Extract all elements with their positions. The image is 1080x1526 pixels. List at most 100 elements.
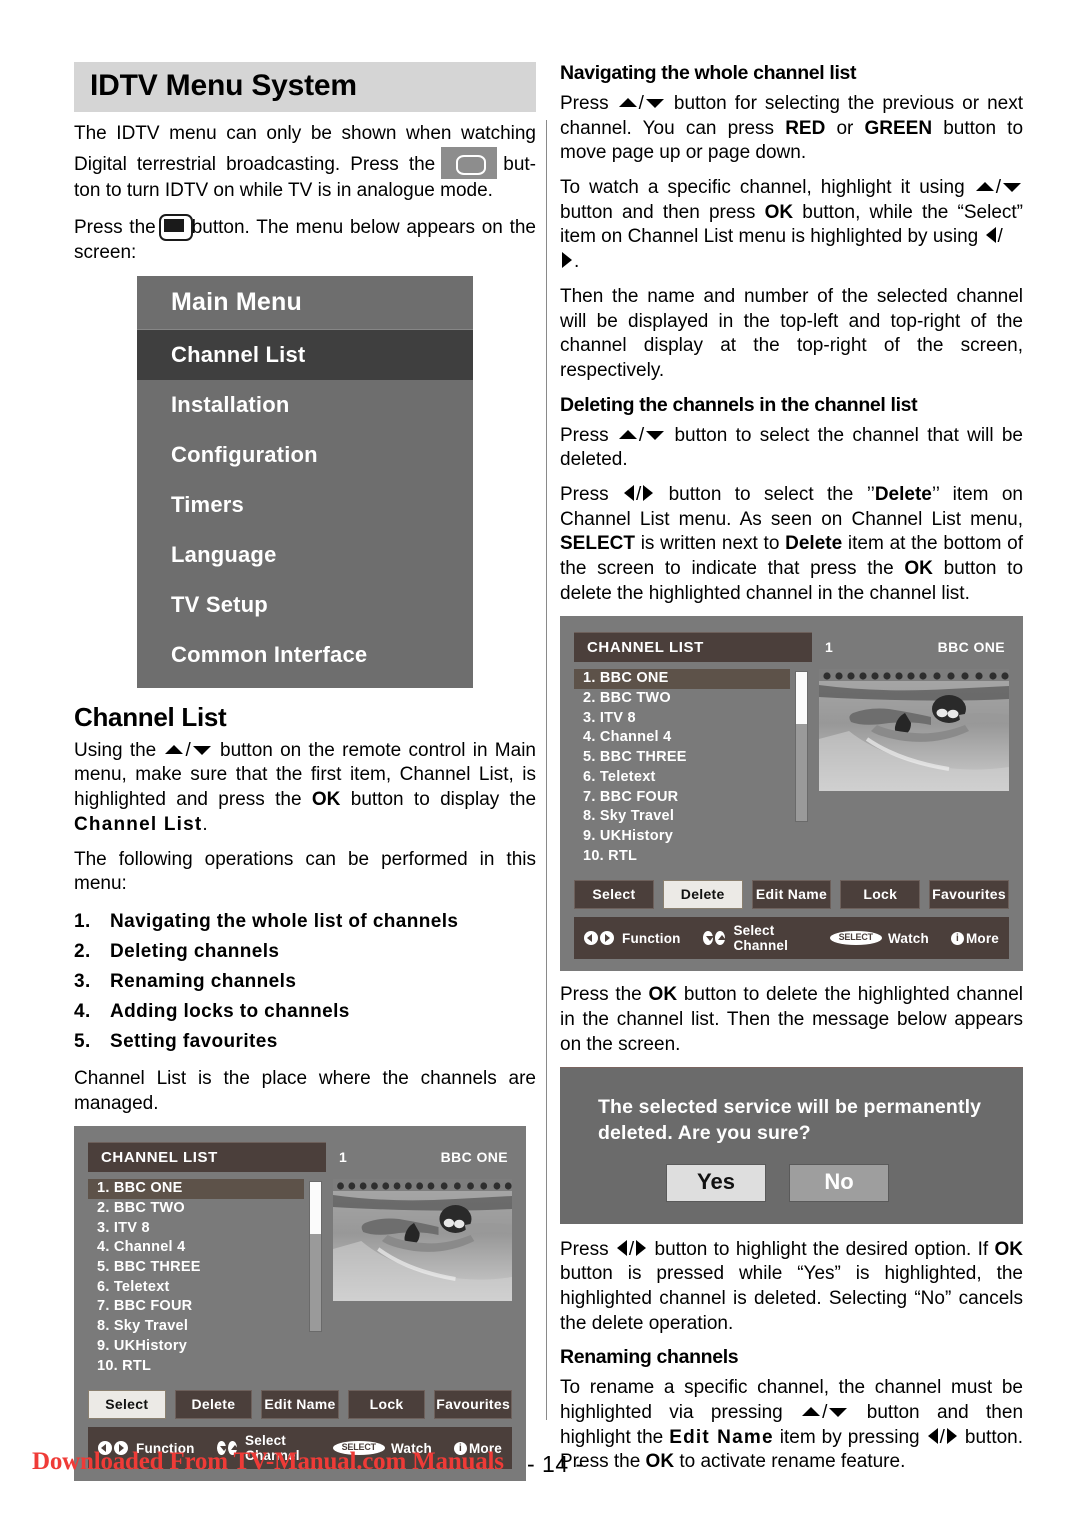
after-text-1c: button to highlight the desired option. …: [654, 1238, 989, 1260]
osd-channel-row[interactable]: 1. BBC ONE: [574, 669, 790, 690]
osd-channel-row[interactable]: 9. UKHistory: [574, 827, 790, 847]
main-menu-item-tv-setup[interactable]: TV Setup: [137, 580, 473, 630]
osd-scrollbar-right[interactable]: [795, 671, 808, 823]
del-text-2a: Press: [560, 483, 609, 505]
dpad-left-icon: [584, 931, 598, 946]
deleting-paragraph-1: Press / button to select the channel tha…: [560, 424, 1023, 473]
osd-channel-row[interactable]: 10. RTL: [88, 1357, 304, 1377]
osd-button-select[interactable]: Select: [88, 1390, 166, 1420]
page-number: - 14 -: [527, 1451, 584, 1477]
osd-title-left: CHANNEL LIST: [88, 1142, 326, 1173]
after-text-1a: Press: [560, 1238, 609, 1260]
nav-text-2a: To watch a specific channel, highlight i…: [560, 177, 965, 199]
select-pill-icon: SELECT: [829, 931, 882, 946]
osd-channel-row[interactable]: 7. BBC FOUR: [88, 1297, 304, 1317]
nav-ok-label: OK: [764, 201, 794, 223]
operation-number-5: 5.: [74, 1030, 91, 1052]
osd-channel-row[interactable]: 2. BBC TWO: [574, 689, 790, 709]
nav-green-label: GREEN: [864, 117, 933, 139]
osd-video-preview-right: [819, 669, 1009, 792]
status-select-channel-group: Select Channel: [702, 923, 808, 954]
del-delete-label: Delete: [874, 483, 932, 505]
operation-label-3: Renaming channels: [110, 970, 297, 992]
arrow-down-icon: [646, 430, 665, 440]
osd-channel-row[interactable]: 10. RTL: [574, 847, 790, 867]
del-text-1a: Press: [560, 424, 609, 446]
power-button-icon: [441, 146, 498, 179]
confirm-yes-button[interactable]: Yes: [666, 1163, 766, 1202]
operation-item-3: 3. Renaming channels: [74, 967, 536, 997]
confirm-no-button[interactable]: No: [789, 1163, 889, 1202]
osd-button-edit-name[interactable]: Edit Name: [261, 1390, 339, 1420]
osd-channel-row[interactable]: 6. Teletext: [88, 1278, 304, 1298]
osd-button-edit-name[interactable]: Edit Name: [751, 880, 832, 910]
manual-page: IDTV Menu System The IDTV menu can only …: [0, 0, 1080, 1526]
page-title: IDTV Menu System: [74, 62, 536, 112]
osd-channel-list-left[interactable]: 1. BBC ONE 2. BBC TWO 3. ITV 8 4. Channe…: [88, 1179, 304, 1376]
osd-channel-row[interactable]: 2. BBC TWO: [88, 1199, 304, 1219]
osd-channel-row[interactable]: 7. BBC FOUR: [574, 788, 790, 808]
status-function-label: Function: [622, 930, 681, 946]
arrow-right-icon: [562, 252, 572, 269]
osd-channel-row[interactable]: 5. BBC THREE: [88, 1258, 304, 1278]
osd-button-delete[interactable]: Delete: [174, 1390, 253, 1420]
osd-button-select[interactable]: Select: [574, 880, 654, 910]
scrollbar-thumb[interactable]: [796, 672, 807, 725]
arrow-up-icon: [618, 98, 637, 107]
cl-bold-channel-list: Channel List: [74, 813, 203, 835]
main-menu-item-configuration[interactable]: Configuration: [137, 430, 473, 480]
operation-label-2: Deleting channels: [110, 940, 280, 962]
scrollbar-thumb[interactable]: [310, 1182, 321, 1235]
deleting-heading: Deleting the channels in the channel lis…: [560, 393, 918, 416]
main-menu-item-timers[interactable]: Timers: [137, 480, 473, 530]
osd-button-delete[interactable]: Delete: [662, 880, 743, 910]
status-select-channel-label: Select Channel: [733, 923, 789, 954]
operation-number-1: 1.: [74, 910, 91, 932]
renaming-heading: Renaming channels: [560, 1346, 739, 1369]
main-menu-item-installation[interactable]: Installation: [137, 380, 473, 430]
ren-text-1g: to activate rename feature.: [679, 1451, 906, 1473]
osd-channel-row[interactable]: 3. ITV 8: [574, 709, 790, 729]
channel-list-osd-left: CHANNEL LIST 1 BBC ONE 1. BBC ONE 2. BBC…: [74, 1126, 526, 1482]
osd-button-row-left: Select Delete Edit Name Lock Favourites: [88, 1390, 512, 1420]
osd-channel-row[interactable]: 4. Channel 4: [574, 728, 790, 748]
osd-channel-row[interactable]: 8. Sky Travel: [574, 807, 790, 827]
arrow-left-icon: [616, 1239, 627, 1256]
arrow-down-icon: [829, 1408, 848, 1417]
arrow-down-icon: [1003, 183, 1022, 193]
channel-list-heading: Channel List: [74, 701, 227, 732]
osd-button-favourites[interactable]: Favourites: [434, 1390, 512, 1420]
osd-channel-row[interactable]: 5. BBC THREE: [574, 748, 790, 768]
osd-button-row-right: Select Delete Edit Name Lock Favourites: [574, 880, 1009, 910]
osd-channel-row[interactable]: 3. ITV 8: [88, 1219, 304, 1239]
osd-channel-row[interactable]: 8. Sky Travel: [88, 1317, 304, 1337]
operation-item-4: 4. Adding locks to channels: [74, 997, 536, 1027]
cl-ok-label: OK: [311, 789, 341, 811]
status-watch-group: SELECT Watch: [829, 931, 929, 946]
osd-video-preview-left: [333, 1179, 512, 1302]
osd-channel-list-right[interactable]: 1. BBC ONE 2. BBC TWO 3. ITV 8 4. Channe…: [574, 669, 790, 866]
osd-channel-row[interactable]: 6. Teletext: [574, 768, 790, 788]
navigating-paragraph-2: To watch a specific channel, highlight i…: [560, 176, 1023, 275]
osd-channel-row[interactable]: 1. BBC ONE: [88, 1179, 304, 1200]
navigating-heading: Navigating the whole channel list: [560, 62, 857, 84]
operation-label-5: Setting favourites: [110, 1030, 278, 1052]
osd-button-lock[interactable]: Lock: [347, 1390, 426, 1420]
status-more-label: More: [965, 930, 999, 946]
arrow-up-icon: [802, 1407, 821, 1416]
main-menu-item-channel-list[interactable]: Channel List: [137, 329, 473, 380]
main-menu-item-common-interface[interactable]: Common Interface: [137, 630, 473, 680]
osd-channel-row[interactable]: 4. Channel 4: [88, 1238, 304, 1258]
osd-channel-row[interactable]: 9. UKHistory: [88, 1337, 304, 1357]
cl-text-1d: button to display the: [350, 789, 537, 811]
main-menu-item-language[interactable]: Language: [137, 530, 473, 580]
dpad-right-icon: [600, 931, 614, 946]
arrow-right-icon: [636, 1239, 647, 1256]
osd-button-lock[interactable]: Lock: [840, 880, 921, 910]
osd-scrollbar-left[interactable]: [309, 1181, 322, 1333]
channel-list-paragraph-3: Channel List is the place where the chan…: [74, 1067, 536, 1114]
osd-channel-number-left: 1: [339, 1149, 347, 1166]
osd-button-favourites[interactable]: Favourites: [929, 880, 1009, 910]
intro-paragraph-2: Press the button. The menu below appears …: [74, 213, 536, 265]
ren-text-1d: item by pressing: [779, 1426, 920, 1448]
